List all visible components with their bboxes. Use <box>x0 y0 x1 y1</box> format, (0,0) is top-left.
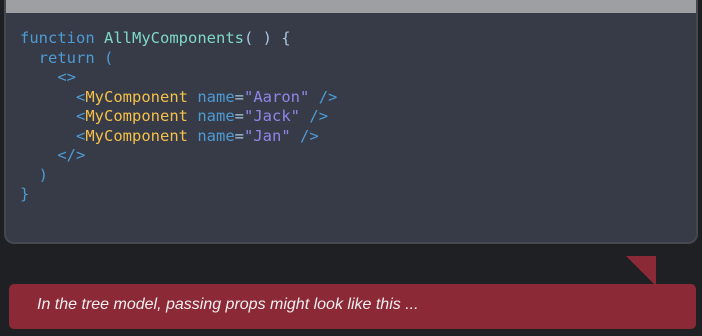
code-line: <MyComponent name="Aaron" /> <box>20 88 696 108</box>
jsx-eq: = <box>234 126 245 145</box>
open-paren: ( <box>104 48 114 67</box>
close-brace: } <box>20 185 30 203</box>
jsx-string: "Jan" <box>244 126 291 145</box>
keyword-return: return <box>38 48 95 67</box>
slide: function AllMyComponents( ) { return ( <… <box>0 0 702 336</box>
jsx-self-close: /> <box>318 87 338 106</box>
fragment-close: </> <box>57 146 86 164</box>
code-line: } <box>20 185 696 205</box>
caption-text: In the tree model, passing props might l… <box>37 296 419 313</box>
jsx-self-close: /> <box>309 107 329 125</box>
caption-pointer <box>626 256 656 286</box>
close-paren: ) <box>38 165 49 184</box>
jsx-attr: name <box>197 107 235 125</box>
jsx-lt: < <box>76 126 86 145</box>
jsx-tag: MyComponent <box>85 87 188 106</box>
code-line: <> <box>20 68 696 88</box>
keyword-function: function <box>20 29 95 47</box>
code-line: </> <box>20 146 696 166</box>
jsx-attr: name <box>197 126 235 145</box>
jsx-string: "Aaron" <box>244 87 310 106</box>
jsx-tag: MyComponent <box>85 107 188 125</box>
jsx-lt: < <box>76 107 86 125</box>
code-line: return ( <box>20 49 696 69</box>
jsx-self-close: /> <box>300 126 319 145</box>
code-line: <MyComponent name="Jan" /> <box>20 127 696 147</box>
code-text: function AllMyComponents( ) { return ( <… <box>6 13 696 205</box>
fragment-open: <> <box>57 68 76 86</box>
jsx-eq: = <box>234 87 245 106</box>
caption-box: In the tree model, passing props might l… <box>9 284 696 329</box>
jsx-tag: MyComponent <box>85 126 188 145</box>
code-block-header <box>6 0 696 13</box>
code-line: ) <box>20 166 696 186</box>
code-block: function AllMyComponents( ) { return ( <… <box>4 0 698 244</box>
function-name: AllMyComponents <box>104 29 244 47</box>
function-signature-rest: ( ) { <box>243 29 291 47</box>
jsx-lt: < <box>76 87 86 106</box>
code-line: function AllMyComponents( ) { <box>20 29 696 49</box>
jsx-attr: name <box>197 87 235 106</box>
jsx-string: "Jack" <box>244 107 301 125</box>
jsx-eq: = <box>234 107 245 125</box>
code-line: <MyComponent name="Jack" /> <box>20 107 696 127</box>
